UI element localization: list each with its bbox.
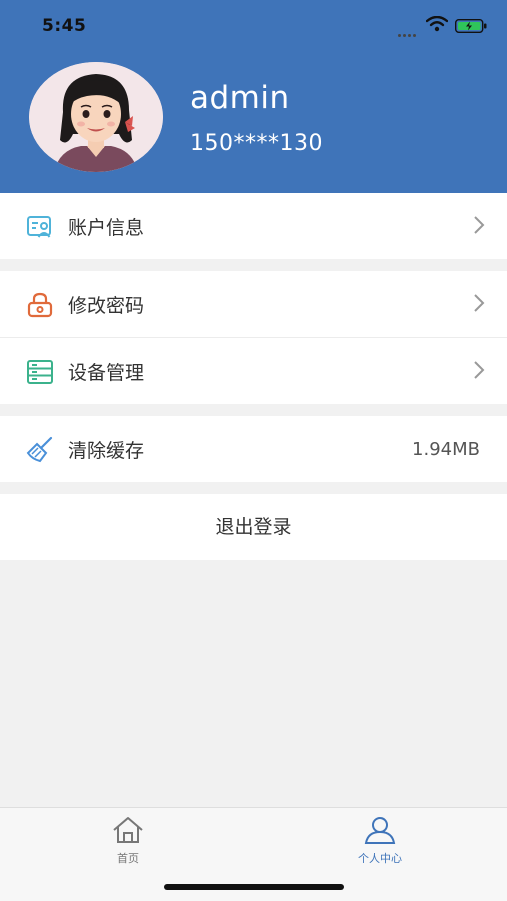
profile-header: 5:45 admin 150****130 <box>0 0 507 193</box>
tab-profile[interactable]: 个人中心 <box>320 816 440 866</box>
tab-home[interactable]: 首页 <box>68 816 188 866</box>
change-password-row[interactable]: 修改密码 <box>0 271 507 337</box>
device-management-label: 设备管理 <box>68 362 145 384</box>
avatar[interactable] <box>29 62 163 172</box>
phone-number: 150****130 <box>190 131 323 156</box>
lock-icon <box>26 291 54 319</box>
chevron-right-icon <box>473 293 485 317</box>
account-info-label: 账户信息 <box>68 217 145 239</box>
server-icon <box>26 358 54 386</box>
logout-button[interactable]: 退出登录 <box>0 494 507 560</box>
status-time: 5:45 <box>42 16 87 36</box>
broom-icon <box>26 436 54 464</box>
person-icon <box>363 817 397 848</box>
wifi-icon <box>425 15 449 36</box>
chevron-right-icon <box>473 360 485 384</box>
clear-cache-row[interactable]: 清除缓存 1.94MB <box>0 416 507 482</box>
chevron-right-icon <box>473 215 485 239</box>
tab-home-label: 首页 <box>117 852 139 865</box>
account-info-icon <box>26 213 54 241</box>
device-management-row[interactable]: 设备管理 <box>0 338 507 404</box>
battery-icon <box>454 18 487 37</box>
home-icon <box>111 817 145 848</box>
home-indicator <box>164 884 344 890</box>
clear-cache-label: 清除缓存 <box>68 440 145 462</box>
cellular-signal-icon <box>398 22 420 37</box>
status-bar: 5:45 <box>0 0 507 50</box>
account-info-row[interactable]: 账户信息 <box>0 193 507 259</box>
cache-size: 1.94MB <box>412 439 480 460</box>
change-password-label: 修改密码 <box>68 295 145 317</box>
username: admin <box>190 80 290 116</box>
tab-profile-label: 个人中心 <box>358 852 402 865</box>
